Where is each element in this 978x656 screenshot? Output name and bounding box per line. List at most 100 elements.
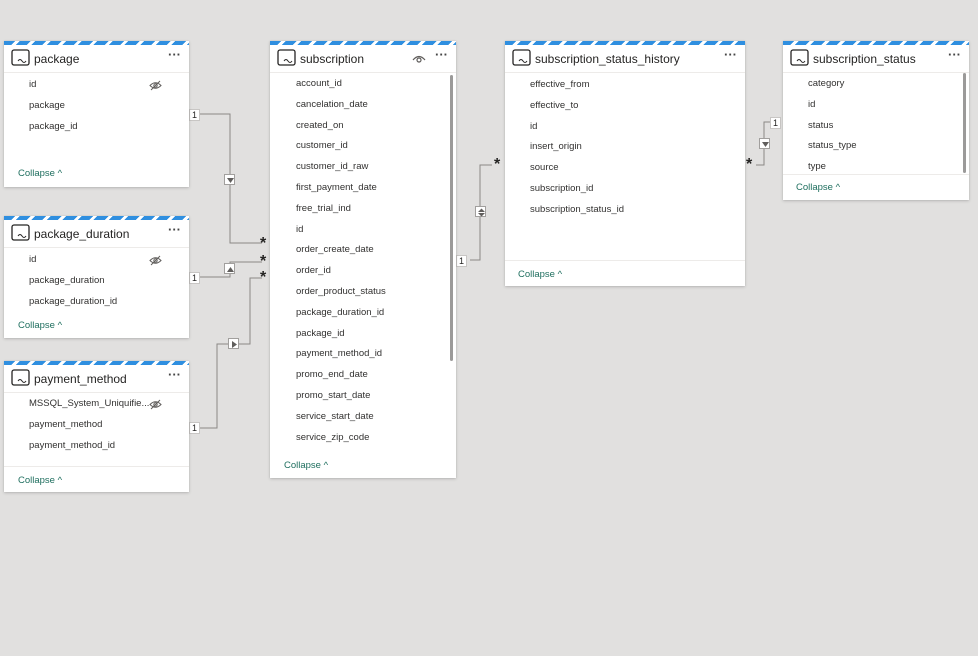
filter-direction-down-icon[interactable] <box>224 174 235 185</box>
field-item[interactable]: id <box>783 95 969 116</box>
field-item[interactable]: MSSQL_System_Uniquifie... <box>4 394 189 415</box>
more-options-icon[interactable]: ··· <box>435 47 448 62</box>
field-item[interactable]: service_zip_code <box>270 428 456 449</box>
eye-hidden-icon[interactable] <box>149 80 162 91</box>
table-icon <box>11 49 30 66</box>
field-item[interactable]: first_payment_date <box>270 178 456 199</box>
field-item[interactable]: payment_method_id <box>270 344 456 365</box>
field-item[interactable]: package_duration <box>4 271 189 292</box>
field-item[interactable]: service_start_date <box>270 407 456 428</box>
table-card-package[interactable]: package ··· id package package_id Collap… <box>4 41 189 187</box>
field-item[interactable]: cancelation_date <box>270 95 456 116</box>
table-title: subscription <box>300 52 365 66</box>
field-item[interactable]: package_duration_id <box>270 303 456 324</box>
collapse-button[interactable]: Collapse ^ <box>284 460 328 471</box>
field-item[interactable]: subscription_id <box>505 179 745 200</box>
table-title: payment_method <box>34 372 127 386</box>
field-item[interactable]: package_duration_id <box>4 292 189 313</box>
more-options-icon[interactable]: ··· <box>168 222 181 237</box>
field-item[interactable]: id <box>4 250 189 271</box>
table-icon <box>11 369 30 386</box>
divider <box>4 466 189 467</box>
field-item[interactable]: insert_origin <box>505 137 745 158</box>
filter-direction-down-icon[interactable] <box>759 138 770 149</box>
more-options-icon[interactable]: ··· <box>948 47 961 62</box>
eye-hidden-icon[interactable] <box>149 399 162 410</box>
table-card-subscription-status-history[interactable]: subscription_status_history ··· effectiv… <box>505 41 745 286</box>
field-item[interactable]: source <box>505 158 745 179</box>
scrollbar[interactable] <box>450 75 453 361</box>
more-options-icon[interactable]: ··· <box>724 47 737 62</box>
field-item[interactable]: effective_to <box>505 96 745 117</box>
field-item[interactable]: customer_id <box>270 136 456 157</box>
field-item[interactable]: id <box>270 220 456 241</box>
table-icon <box>11 224 30 241</box>
field-list: MSSQL_System_Uniquifie... payment_method… <box>4 394 189 456</box>
field-item[interactable]: package_id <box>270 324 456 345</box>
field-item[interactable]: order_product_status <box>270 282 456 303</box>
table-header[interactable]: subscription ··· <box>270 45 456 73</box>
table-icon <box>790 49 809 66</box>
collapse-button[interactable]: Collapse ^ <box>518 269 562 280</box>
table-icon <box>277 49 296 66</box>
table-card-subscription-status[interactable]: subscription_status ··· category id stat… <box>783 41 969 200</box>
field-item[interactable]: category <box>783 74 969 95</box>
chevron-up-icon: ^ <box>557 269 563 280</box>
field-item[interactable]: order_create_date <box>270 240 456 261</box>
field-item[interactable]: status_type <box>783 136 969 157</box>
field-item[interactable]: customer_id_raw <box>270 157 456 178</box>
collapse-button[interactable]: Collapse ^ <box>18 168 62 179</box>
more-options-icon[interactable]: ··· <box>168 367 181 382</box>
field-item[interactable]: package_id <box>4 117 189 138</box>
field-item[interactable]: subscription_status_id <box>505 200 745 221</box>
field-item[interactable]: status <box>783 116 969 137</box>
cardinality-one-payment-method: 1 <box>189 422 201 434</box>
filter-direction-both-icon[interactable] <box>475 206 486 217</box>
field-item[interactable]: promo_end_date <box>270 365 456 386</box>
table-header[interactable]: payment_method ··· <box>4 365 189 393</box>
field-item[interactable]: id <box>505 117 745 138</box>
table-icon <box>512 49 531 66</box>
field-item[interactable]: created_on <box>270 116 456 137</box>
field-item[interactable]: payment_method <box>4 415 189 436</box>
table-title: package <box>34 52 80 66</box>
table-title: package_duration <box>34 227 130 241</box>
table-header[interactable]: package ··· <box>4 45 189 73</box>
table-card-subscription[interactable]: subscription ··· account_id cancelation_… <box>270 41 456 478</box>
cardinality-one-package: 1 <box>189 109 201 121</box>
chevron-up-icon: ^ <box>57 320 63 331</box>
table-header[interactable]: subscription_status_history ··· <box>505 45 745 73</box>
table-card-package-duration[interactable]: package_duration ··· id package_duration… <box>4 216 189 338</box>
field-item[interactable]: payment_method_id <box>4 436 189 457</box>
rel-payment-method-subscription <box>200 277 262 429</box>
field-item[interactable]: free_trial_ind <box>270 199 456 220</box>
collapse-button[interactable]: Collapse ^ <box>18 475 62 486</box>
eye-icon[interactable] <box>412 53 426 65</box>
cardinality-many-history-subscription: * <box>494 156 501 173</box>
cardinality-many-package-duration: * <box>260 253 267 270</box>
cardinality-one-package-duration: 1 <box>189 272 201 284</box>
field-item[interactable]: id <box>4 75 189 96</box>
collapse-button[interactable]: Collapse ^ <box>18 320 62 331</box>
filter-direction-right-icon[interactable] <box>228 338 239 349</box>
filter-direction-up-icon[interactable] <box>224 263 235 274</box>
field-list: effective_from effective_to id insert_or… <box>505 75 745 221</box>
field-item[interactable]: order_id <box>270 261 456 282</box>
table-header[interactable]: subscription_status ··· <box>783 45 969 73</box>
cardinality-many-history-status: * <box>746 156 753 173</box>
field-item[interactable]: package <box>4 96 189 117</box>
scrollbar[interactable] <box>963 73 966 173</box>
field-item[interactable]: promo_start_date <box>270 386 456 407</box>
field-item[interactable]: effective_from <box>505 75 745 96</box>
collapse-button[interactable]: Collapse ^ <box>796 182 840 193</box>
more-options-icon[interactable]: ··· <box>168 47 181 62</box>
table-header[interactable]: package_duration ··· <box>4 220 189 248</box>
field-item[interactable]: account_id <box>270 74 456 95</box>
table-card-payment-method[interactable]: payment_method ··· MSSQL_System_Uniquifi… <box>4 361 189 492</box>
chevron-up-icon: ^ <box>57 168 63 179</box>
eye-hidden-icon[interactable] <box>149 255 162 266</box>
field-list: account_id cancelation_date created_on c… <box>270 74 456 448</box>
table-title: subscription_status_history <box>535 52 680 66</box>
cardinality-many-payment-method: * <box>260 269 267 286</box>
chevron-up-icon: ^ <box>57 475 63 486</box>
